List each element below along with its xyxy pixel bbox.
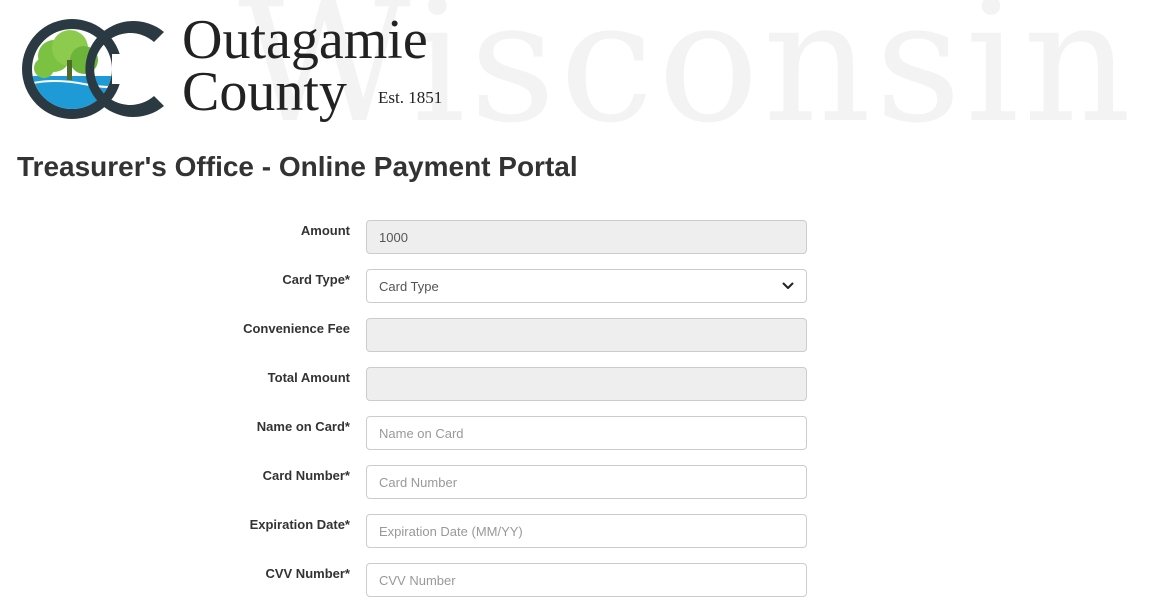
card-type-selected-value: Card Type [379, 279, 439, 294]
name-on-card-label: Name on Card* [256, 419, 350, 434]
payment-form: Amount Card Type* Card Type Convenience … [0, 220, 1164, 604]
amount-field[interactable] [366, 220, 807, 254]
logo-established: Est. 1851 [378, 88, 443, 107]
page-title: Treasurer's Office - Online Payment Port… [17, 151, 578, 182]
logo-title-county: County [182, 61, 347, 123]
convenience-fee-label: Convenience Fee [243, 321, 350, 336]
card-type-label: Card Type* [282, 272, 350, 287]
expiration-date-input[interactable] [366, 514, 807, 548]
card-number-input[interactable] [366, 465, 807, 499]
amount-label: Amount [300, 223, 350, 238]
card-type-select[interactable]: Card Type [366, 269, 807, 303]
expiration-date-label: Expiration Date* [249, 517, 350, 532]
logo-title-outagamie: Outagamie [182, 9, 428, 71]
card-type-row: Card Type* Card Type [0, 269, 1164, 318]
card-number-label: Card Number* [262, 468, 350, 483]
convenience-fee-row: Convenience Fee [0, 318, 1164, 367]
header-banner: Wisconsin Outagamie County Est. 1851 [0, 0, 1164, 140]
total-amount-row: Total Amount [0, 367, 1164, 416]
cvv-number-label: CVV Number* [265, 566, 350, 581]
payment-portal-page: Wisconsin Outagamie County Est. 1851 Tre… [0, 0, 1164, 604]
total-amount-field[interactable] [366, 367, 807, 401]
county-logo-icon [22, 19, 164, 119]
convenience-fee-field[interactable] [366, 318, 807, 352]
total-amount-label: Total Amount [267, 370, 350, 385]
cvv-number-row: CVV Number* [0, 563, 1164, 604]
cvv-number-input[interactable] [366, 563, 807, 597]
card-number-row: Card Number* [0, 465, 1164, 514]
name-on-card-input[interactable] [366, 416, 807, 450]
chevron-down-icon [782, 282, 794, 289]
name-on-card-row: Name on Card* [0, 416, 1164, 465]
expiration-date-row: Expiration Date* [0, 514, 1164, 563]
amount-row: Amount [0, 220, 1164, 269]
